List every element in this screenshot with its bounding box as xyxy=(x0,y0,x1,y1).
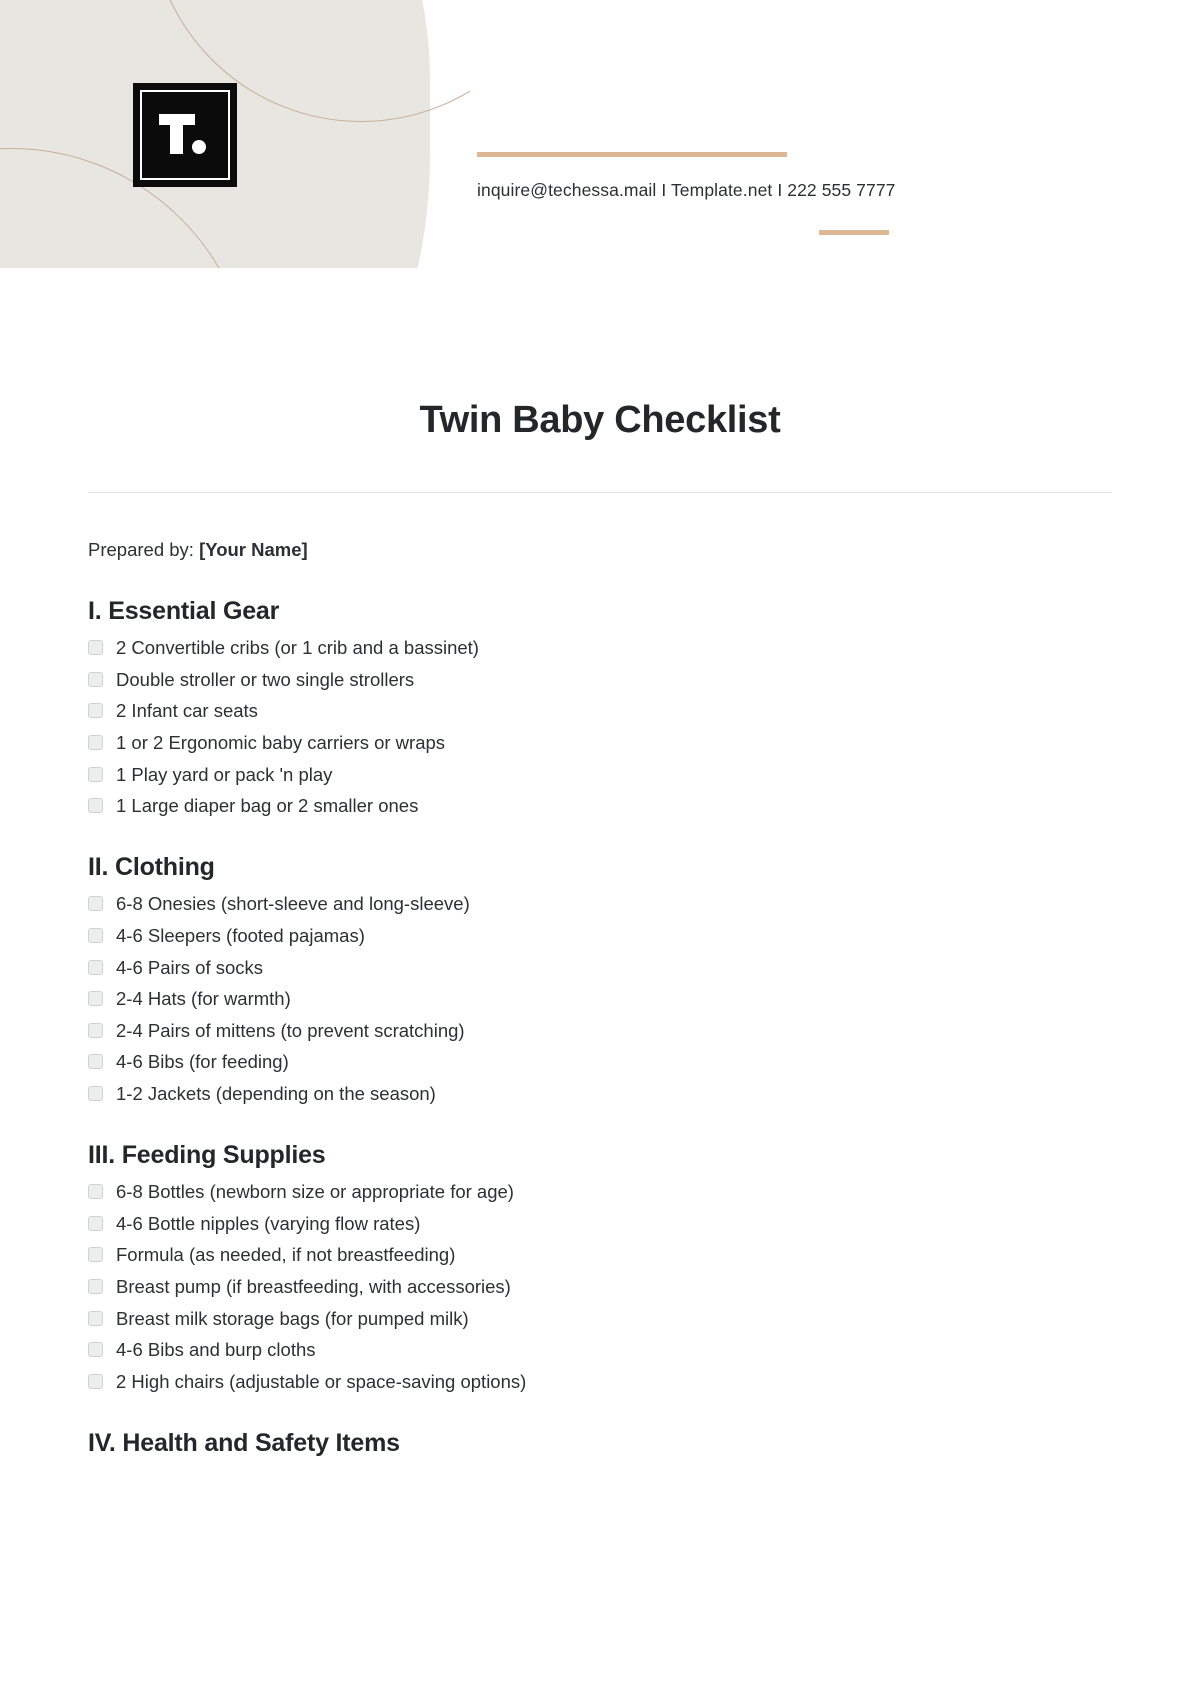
checkbox-icon[interactable] xyxy=(88,1247,103,1263)
checkbox-icon[interactable] xyxy=(88,896,103,912)
section-heading: II. Clothing xyxy=(88,853,215,882)
logo-letter-t-stem xyxy=(170,114,183,154)
checkbox-icon[interactable] xyxy=(88,766,103,782)
checklist-item[interactable]: 6-8 Onesies (short-sleeve and long-sleev… xyxy=(88,892,1200,915)
page-header: inquire@techessa.mail I Template.net I 2… xyxy=(0,0,1200,268)
checklist-item-label: 2 Infant car seats xyxy=(116,700,258,722)
checkbox-icon[interactable] xyxy=(88,1373,103,1389)
checkbox-icon[interactable] xyxy=(88,798,103,814)
checklist-item-label: 2 High chairs (adjustable or space-savin… xyxy=(116,1370,527,1392)
checklist-item[interactable]: 1 Large diaper bag or 2 smaller ones xyxy=(88,794,1200,817)
checklist-item-label: 2-4 Hats (for warmth) xyxy=(116,988,291,1010)
checklist-item-label: 4-6 Pairs of socks xyxy=(116,956,264,978)
accent-rule-top xyxy=(477,152,787,157)
checkbox-icon[interactable] xyxy=(88,1184,103,1200)
checklist-item[interactable]: Breast milk storage bags (for pumped mil… xyxy=(88,1307,1200,1330)
checkbox-icon[interactable] xyxy=(88,671,103,687)
section-heading: III. Feeding Supplies xyxy=(88,1141,326,1170)
checklist-item[interactable]: 4-6 Sleepers (footed pajamas) xyxy=(88,924,1200,947)
checklist-item[interactable]: 2-4 Hats (for warmth) xyxy=(88,987,1200,1010)
checklist-item-label: 4-6 Bibs and burp cloths xyxy=(116,1339,316,1361)
checklist-item[interactable]: Double stroller or two single strollers xyxy=(88,668,1200,691)
checklist-item-label: 1 Play yard or pack 'n play xyxy=(116,763,333,785)
prepared-by-value: [Your Name] xyxy=(199,539,308,560)
checklist-item[interactable]: 4-6 Bibs and burp cloths xyxy=(88,1338,1200,1361)
logo-inner-border xyxy=(140,90,230,180)
checklist-item-label: Breast milk storage bags (for pumped mil… xyxy=(116,1307,469,1329)
checkbox-icon[interactable] xyxy=(88,991,103,1007)
checklist-item-label: 4-6 Bottle nipples (varying flow rates) xyxy=(116,1212,421,1234)
checkbox-icon[interactable] xyxy=(88,959,103,975)
accent-rule-bottom xyxy=(819,230,889,235)
checklist-item-label: 1-2 Jackets (depending on the season) xyxy=(116,1083,436,1104)
prepared-by-label: Prepared by: xyxy=(88,539,194,560)
checkbox-icon[interactable] xyxy=(88,1054,103,1070)
checklist-item-label: 2 Convertible cribs (or 1 crib and a bas… xyxy=(116,637,479,658)
contact-block: inquire@techessa.mail I Template.net I 2… xyxy=(477,152,997,235)
checkbox-icon[interactable] xyxy=(88,1215,103,1231)
checklist-item-label: 2-4 Pairs of mittens (to prevent scratch… xyxy=(116,1019,465,1041)
checkbox-icon[interactable] xyxy=(88,1279,103,1294)
brand-logo xyxy=(133,83,237,187)
checklist-item-label: 6-8 Onesies (short-sleeve and long-sleev… xyxy=(116,893,470,915)
checkbox-icon[interactable] xyxy=(88,1342,103,1358)
checklist-item-label: 1 Large diaper bag or 2 smaller ones xyxy=(116,795,419,817)
document-body: Twin Baby Checklist Prepared by: [Your N… xyxy=(0,268,1200,1468)
checklist-item[interactable]: 2 Convertible cribs (or 1 crib and a bas… xyxy=(88,636,1200,659)
section-heading: I. Essential Gear xyxy=(88,597,280,625)
checkbox-icon[interactable] xyxy=(88,927,103,943)
checklist-item-label: 4-6 Sleepers (footed pajamas) xyxy=(116,924,365,946)
contact-line: inquire@techessa.mail I Template.net I 2… xyxy=(477,180,896,200)
checklist-item[interactable]: 4-6 Pairs of socks xyxy=(88,956,1200,979)
logo-dot-icon xyxy=(192,140,206,154)
checklist-item-label: Breast pump (if breastfeeding, with acce… xyxy=(116,1276,511,1297)
checklist-item[interactable]: 6-8 Bottles (newborn size or appropriate… xyxy=(88,1180,1200,1203)
prepared-by-line: Prepared by: [Your Name] xyxy=(88,539,1200,561)
checklist-item-label: 4-6 Bibs (for feeding) xyxy=(116,1051,289,1073)
checklist-item[interactable]: 2 Infant car seats xyxy=(88,699,1200,722)
checklist-item[interactable]: 4-6 Bottle nipples (varying flow rates) xyxy=(88,1212,1200,1235)
checkbox-icon[interactable] xyxy=(88,734,103,750)
checklist-item-label: Double stroller or two single strollers xyxy=(116,668,415,690)
checklist-item[interactable]: 1-2 Jackets (depending on the season) xyxy=(88,1082,1200,1105)
checklist-item[interactable]: Formula (as needed, if not breastfeeding… xyxy=(88,1243,1200,1266)
section-heading: IV. Health and Safety Items xyxy=(88,1429,400,1457)
checklist-item-label: 1 or 2 Ergonomic baby carriers or wraps xyxy=(116,731,446,753)
checklist-section: I. Essential Gear 2 Convertible cribs (or… xyxy=(88,597,1200,817)
checklist-item-label: 6-8 Bottles (newborn size or appropriate… xyxy=(116,1181,514,1203)
checklist-sections: I. Essential Gear 2 Convertible cribs (or… xyxy=(0,597,1200,1458)
checklist-item[interactable]: 2 High chairs (adjustable or space-savin… xyxy=(88,1370,1200,1393)
checkbox-icon[interactable] xyxy=(88,1086,103,1101)
checklist-item[interactable]: 1 Play yard or pack 'n play xyxy=(88,763,1200,786)
checklist-item[interactable]: 2-4 Pairs of mittens (to prevent scratch… xyxy=(88,1019,1200,1042)
checklist-item[interactable]: 1 or 2 Ergonomic baby carriers or wraps xyxy=(88,731,1200,754)
checkbox-icon[interactable] xyxy=(88,1310,103,1326)
title-divider xyxy=(88,492,1112,493)
checklist-section: II. Clothing 6-8 Onesies (short-sleeve an… xyxy=(88,853,1200,1105)
checklist-item[interactable]: 4-6 Bibs (for feeding) xyxy=(88,1050,1200,1073)
page-title: Twin Baby Checklist xyxy=(419,399,781,441)
checkbox-icon[interactable] xyxy=(88,703,103,719)
checklist-item[interactable]: Breast pump (if breastfeeding, with acce… xyxy=(88,1275,1200,1298)
checklist-item-label: Formula (as needed, if not breastfeeding… xyxy=(116,1244,456,1266)
checklist-section: IV. Health and Safety Items xyxy=(88,1429,1200,1458)
checklist-section: III. Feeding Supplies 6-8 Bottles (newbor… xyxy=(88,1141,1200,1393)
checkbox-icon[interactable] xyxy=(88,1022,103,1038)
checkbox-icon[interactable] xyxy=(88,640,103,655)
